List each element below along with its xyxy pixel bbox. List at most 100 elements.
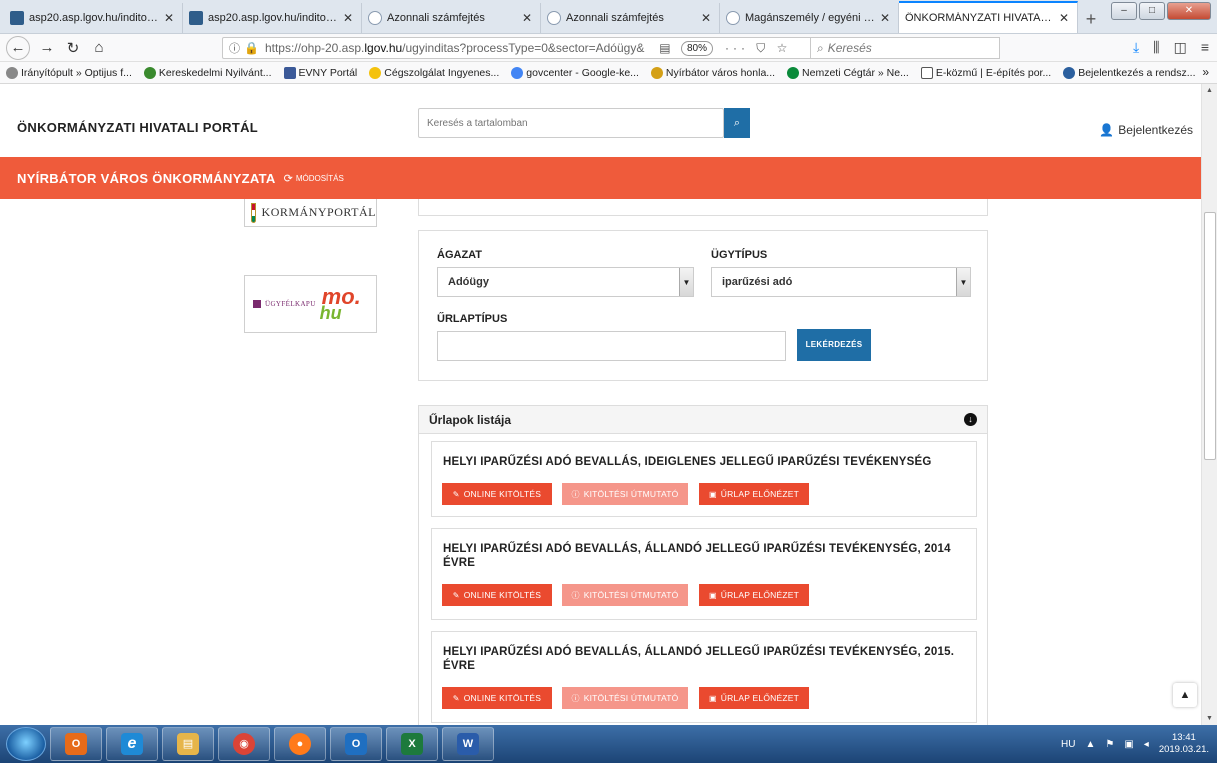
url-prefix: https://ohp-20.asp.	[264, 41, 365, 55]
outlook-mail-app-icon[interactable]: O	[330, 727, 382, 761]
clock[interactable]: 13:41 2019.03.21.	[1159, 732, 1209, 756]
fill-guide-button[interactable]: ⓘ KITÖLTÉSI ÚTMUTATÓ	[562, 483, 688, 505]
network-icon[interactable]: ▣	[1124, 739, 1133, 750]
page-actions-icons[interactable]: ··· ⛉ ☆	[725, 41, 791, 56]
info-icon[interactable]: ⓘ	[229, 40, 240, 56]
windows-taskbar: O e ▤ ◉ ● O X W HU ▲ ⚑ ▣ ◂ 13:41 2019.03…	[0, 725, 1217, 763]
browser-tab-3[interactable]: Azonnali számfejtés ✕	[362, 3, 541, 33]
download-icon[interactable]: ⤓	[1133, 39, 1139, 56]
scroll-to-top-button[interactable]: ▲	[1173, 683, 1197, 707]
zoom-level-badge[interactable]: 80%	[680, 40, 713, 56]
scroll-down-arrow-icon[interactable]: ▼	[1206, 715, 1213, 722]
close-icon[interactable]: ✕	[878, 11, 892, 25]
bookmark-item[interactable]: Bejelentkezés a rendsz...	[1063, 66, 1196, 79]
bookmark-item[interactable]: Nemzeti Cégtár » Ne...	[787, 66, 909, 79]
back-arrow-icon[interactable]: ←	[6, 35, 30, 60]
municipality-bar: NYÍRBÁTOR VÁROS ÖNKORMÁNYZATA ⟳ MÓDOSÍTÁ…	[0, 157, 1201, 199]
close-icon[interactable]: ✕	[1057, 11, 1071, 25]
home-icon[interactable]: ⌂	[86, 36, 112, 60]
site-title[interactable]: ÖNKORMÁNYZATI HIVATALI PORTÁL	[17, 120, 258, 135]
volume-icon[interactable]: ◂	[1144, 739, 1149, 750]
ie-app-icon[interactable]: e	[106, 727, 158, 761]
forward-arrow-icon[interactable]: →	[34, 36, 60, 60]
library-icon[interactable]: ⫼	[1153, 39, 1159, 56]
sector-select[interactable]: Adóügy ▼	[437, 267, 694, 297]
case-type-select[interactable]: iparűzési adó ▼	[711, 267, 971, 297]
tray-expand-icon[interactable]: ▲	[1085, 739, 1095, 750]
bookmark-item[interactable]: govcenter - Google-ke...	[511, 66, 639, 79]
flag-icon[interactable]: ⚑	[1105, 739, 1114, 750]
close-icon[interactable]: ✕	[341, 11, 355, 25]
dropdown-arrow-icon[interactable]: ▼	[679, 268, 693, 296]
form-preview-label: ŰRLAP ELŐNÉZET	[720, 489, 799, 499]
new-tab-button[interactable]: +	[1078, 5, 1104, 33]
bookmark-item[interactable]: EVNY Portál	[283, 66, 357, 79]
site-search-input[interactable]	[418, 108, 724, 138]
forms-list-header[interactable]: Űrlapok listája ↓	[419, 406, 987, 434]
language-indicator[interactable]: HU	[1061, 739, 1075, 750]
browser-search-input[interactable]: ⌕ Keresés	[810, 37, 1000, 59]
query-button[interactable]: LEKÉRDEZÉS	[797, 329, 871, 361]
ugyfelkapu-logo[interactable]: ÜGYFÉLKAPU mo. hu	[244, 275, 377, 333]
excel-app-icon[interactable]: X	[386, 727, 438, 761]
sector-value: Adóügy	[448, 276, 489, 288]
case-type-label: ÜGYTÍPUS	[711, 249, 768, 261]
outlook-app-icon[interactable]: O	[50, 727, 102, 761]
tab-title: asp20.asp.lgov.hu/inditopult	[29, 12, 162, 24]
maximize-button[interactable]: □	[1139, 2, 1165, 20]
login-link[interactable]: 👤 Bejelentkezés	[1099, 123, 1193, 137]
bookmark-item[interactable]: Cégszolgálat Ingyenes...	[369, 66, 499, 79]
bookmark-item[interactable]: Nyírbátor város honla...	[650, 66, 775, 79]
browser-tab-5[interactable]: Magánszemély / egyéni váll ✕	[720, 3, 899, 33]
menu-icon[interactable]: ≡	[1201, 39, 1209, 56]
kormanyportal-logo[interactable]: KORMÁNYPORTÁL	[244, 199, 377, 227]
scrollbar-thumb[interactable]	[1204, 212, 1216, 460]
tab-title: asp20.asp.lgov.hu/inditopult	[208, 12, 341, 24]
firefox-app-icon[interactable]: ●	[274, 727, 326, 761]
word-app-icon[interactable]: W	[442, 727, 494, 761]
form-preview-button[interactable]: ▣ ŰRLAP ELŐNÉZET	[699, 687, 809, 709]
form-preview-button[interactable]: ▣ ŰRLAP ELŐNÉZET	[699, 483, 809, 505]
close-icon[interactable]: ✕	[162, 11, 176, 25]
bookmark-icon	[920, 66, 933, 79]
app-glyph: W	[457, 733, 479, 755]
close-icon[interactable]: ✕	[520, 11, 534, 25]
browser-tab-6-active[interactable]: ÖNKORMÁNYZATI HIVATALI PO ✕	[899, 1, 1078, 33]
browser-tab-1[interactable]: asp20.asp.lgov.hu/inditopult ✕	[4, 3, 183, 33]
bookmarks-overflow-icon[interactable]: »	[1202, 65, 1209, 79]
collapse-toggle-icon[interactable]: ↓	[964, 413, 977, 426]
mohu-hu: hu	[319, 303, 342, 323]
bookmark-item[interactable]: E-közmű | E-építés por...	[920, 66, 1051, 79]
form-list-item: HELYI IPARŰZÉSI ADÓ BEVALLÁS, ÁLLANDÓ JE…	[431, 631, 977, 723]
bookmark-item[interactable]: Irányítópult » Optijus f...	[6, 66, 132, 79]
ugyfelkapu-label: ÜGYFÉLKAPU	[265, 300, 316, 308]
form-preview-label: ŰRLAP ELŐNÉZET	[720, 590, 799, 600]
scroll-up-arrow-icon[interactable]: ▲	[1206, 87, 1213, 94]
page-scrollbar[interactable]: ▲ ▼	[1201, 84, 1217, 725]
file-explorer-app-icon[interactable]: ▤	[162, 727, 214, 761]
reader-view-icon[interactable]: ▤	[657, 41, 673, 55]
online-fill-button[interactable]: ✎ ONLINE KITÖLTÉS	[442, 584, 552, 606]
window-close-button[interactable]: ✕	[1167, 2, 1211, 20]
chrome-app-icon[interactable]: ◉	[218, 727, 270, 761]
modify-municipality-link[interactable]: ⟳ MÓDOSÍTÁS	[284, 172, 344, 185]
url-text[interactable]: https://ohp-20.asp.lgov.hu/ugyinditas?pr…	[265, 41, 645, 55]
bookmark-item[interactable]: Kereskedelmi Nyilvánt...	[143, 66, 272, 79]
minimize-button[interactable]: –	[1111, 2, 1137, 20]
online-fill-button[interactable]: ✎ ONLINE KITÖLTÉS	[442, 687, 552, 709]
dropdown-arrow-icon[interactable]: ▼	[956, 268, 970, 296]
online-fill-button[interactable]: ✎ ONLINE KITÖLTÉS	[442, 483, 552, 505]
browser-toolbar-right: ⤓ ⫼ ◫ ≡	[1133, 39, 1209, 56]
edit-icon: ✎	[452, 489, 460, 499]
form-type-input[interactable]	[437, 331, 786, 361]
browser-tab-4[interactable]: Azonnali számfejtés ✕	[541, 3, 720, 33]
browser-tab-2[interactable]: asp20.asp.lgov.hu/inditopult ✕	[183, 3, 362, 33]
reload-icon[interactable]: ↻	[60, 36, 86, 60]
sidebar-icon[interactable]: ◫	[1174, 39, 1187, 56]
start-button[interactable]	[6, 727, 46, 761]
fill-guide-button[interactable]: ⓘ KITÖLTÉSI ÚTMUTATÓ	[562, 687, 688, 709]
fill-guide-button[interactable]: ⓘ KITÖLTÉSI ÚTMUTATÓ	[562, 584, 688, 606]
form-preview-button[interactable]: ▣ ŰRLAP ELŐNÉZET	[699, 584, 809, 606]
site-search-button[interactable]: ⌕	[724, 108, 750, 138]
close-icon[interactable]: ✕	[699, 11, 713, 25]
